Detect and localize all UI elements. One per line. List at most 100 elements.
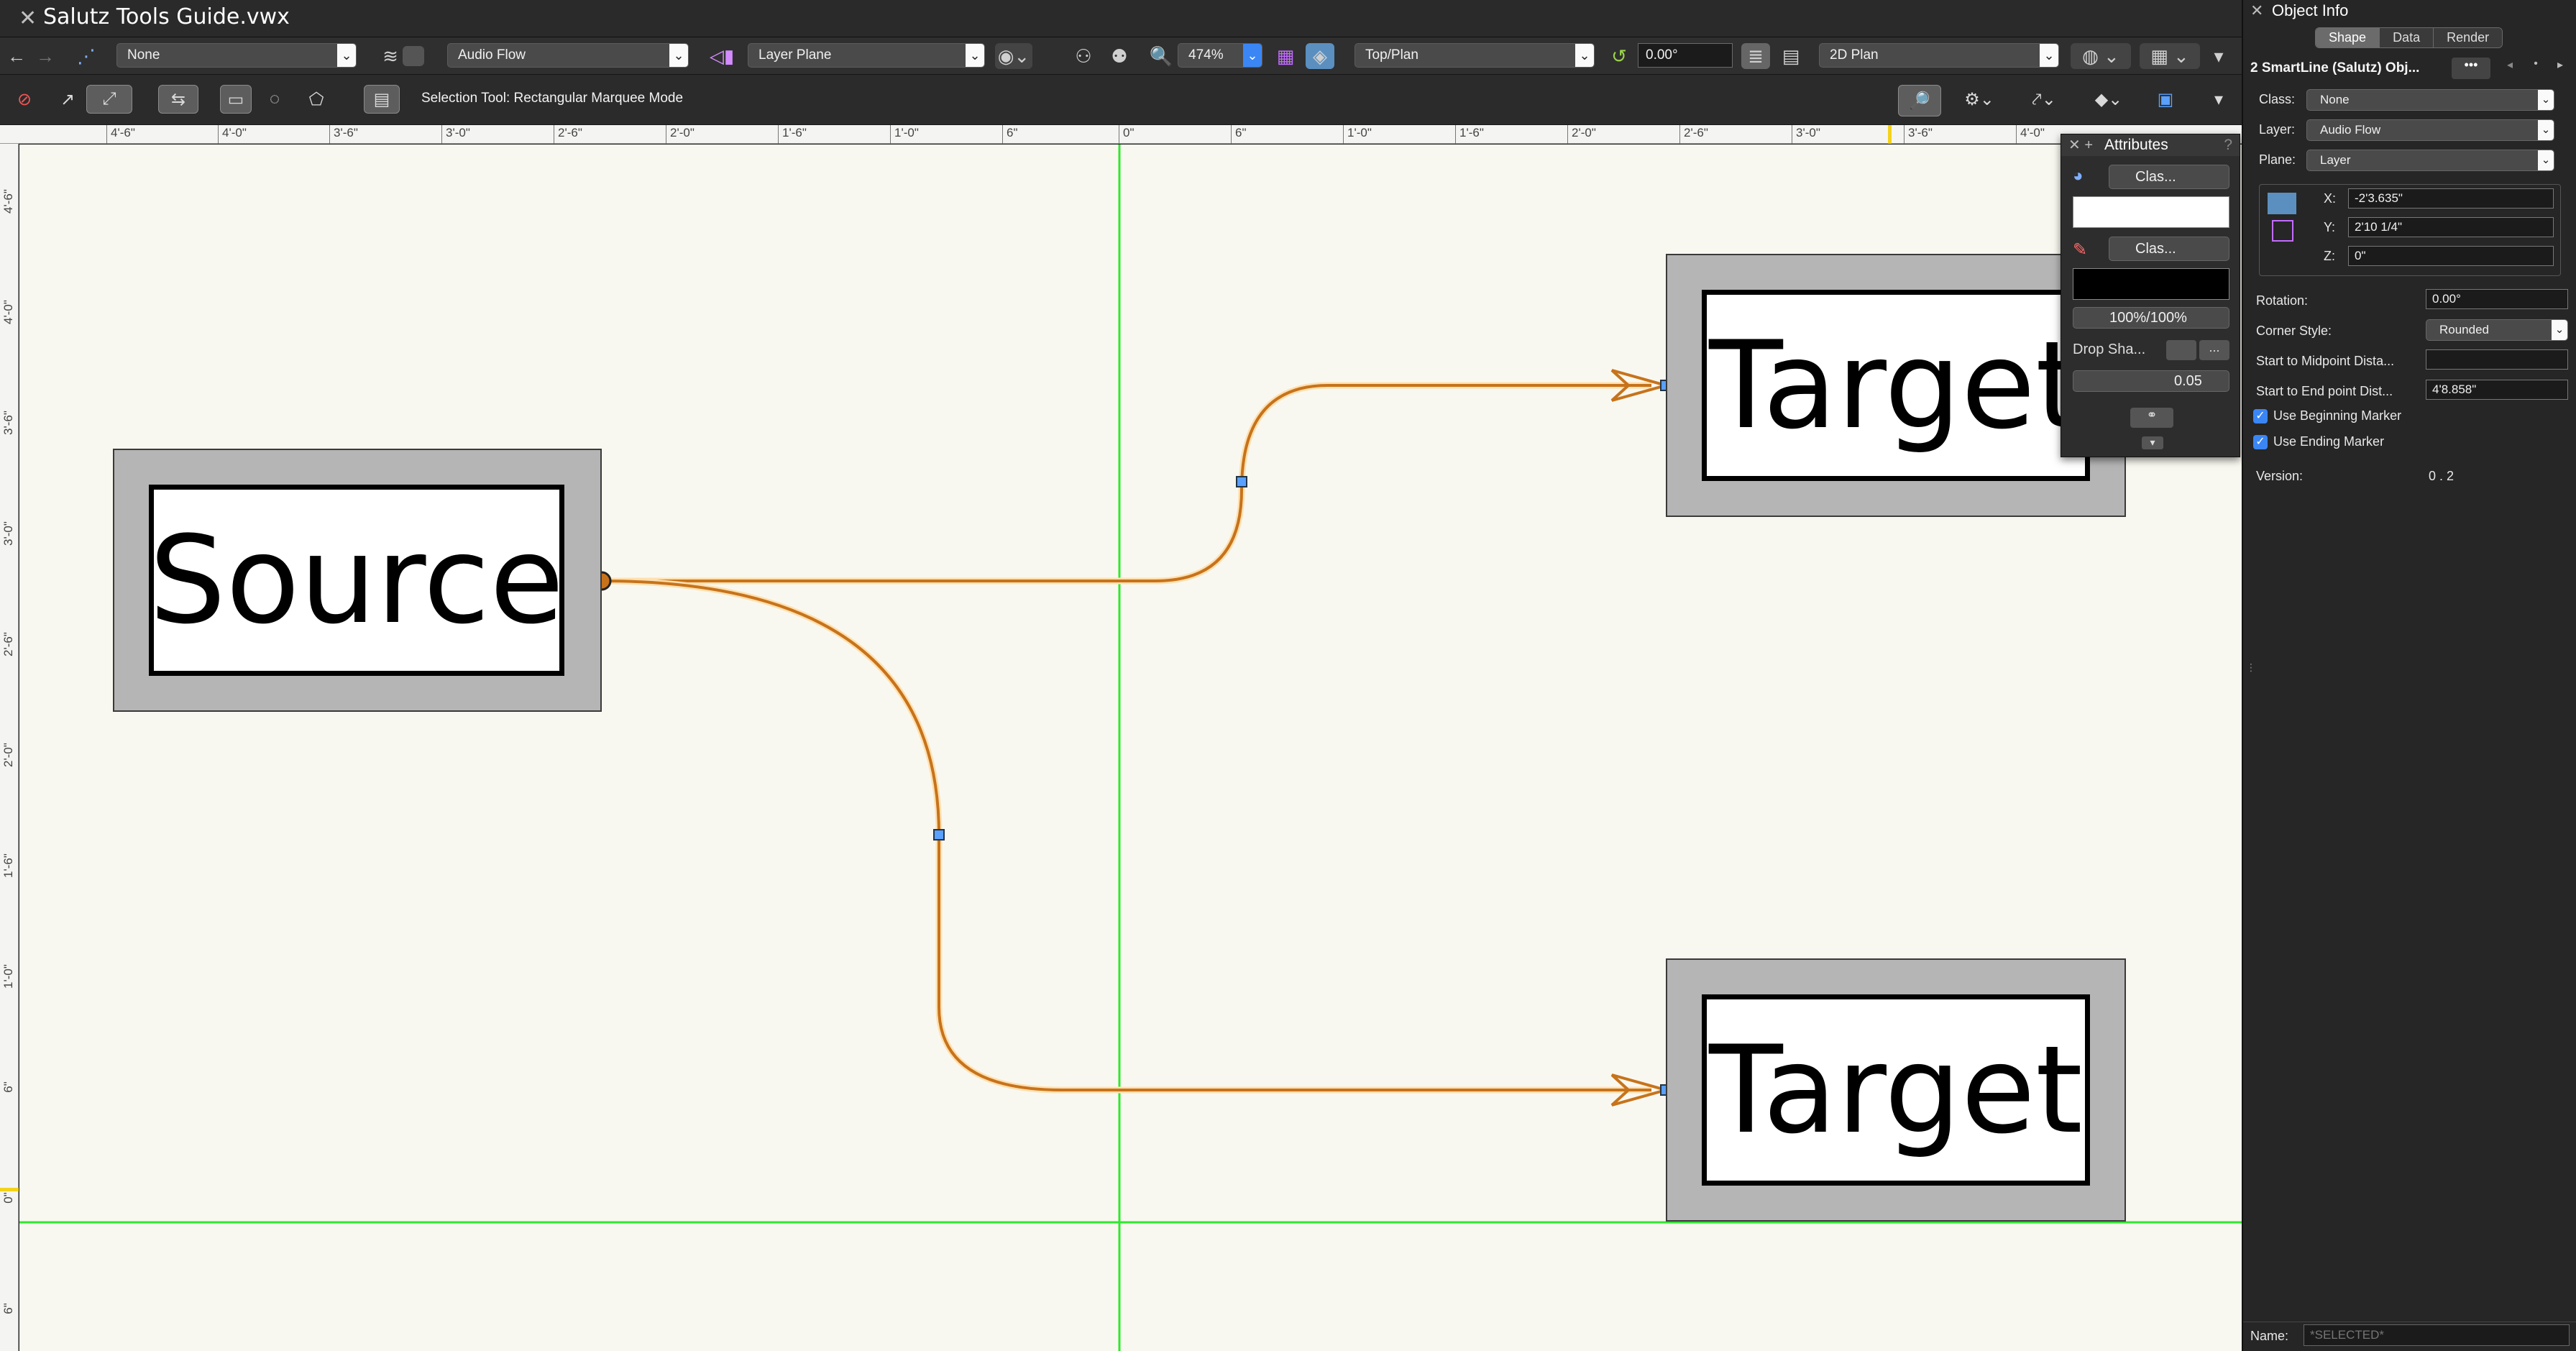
- walkthrough-icon[interactable]: ⚉: [1107, 43, 1132, 69]
- view-bar-menu-icon[interactable]: ▾: [2204, 43, 2233, 69]
- attributes-header: ✕ + Attributes ?: [2061, 134, 2240, 156]
- link-icon[interactable]: ⚭: [2130, 408, 2173, 428]
- pen-style-dropdown[interactable]: Clas...: [2109, 237, 2229, 261]
- line-weight-field[interactable]: 0.05: [2073, 370, 2229, 392]
- flyover-icon[interactable]: ⚇: [1071, 43, 1096, 69]
- drop-shadow-toggle[interactable]: [2166, 340, 2196, 360]
- tab-data[interactable]: Data: [2380, 28, 2434, 47]
- fill-color-swatch[interactable]: [2073, 196, 2229, 228]
- lighting-icon[interactable]: ◍ ⌄: [2071, 43, 2131, 69]
- target-block-bottom[interactable]: Target: [1666, 958, 2126, 1222]
- y-field[interactable]: 2'10 1/4": [2348, 217, 2554, 237]
- view-dropdown[interactable]: Top/Plan ⌄: [1355, 43, 1595, 68]
- window-title: Salutz Tools Guide.vwx: [43, 4, 290, 29]
- drop-shadow-options-button[interactable]: ...: [2199, 340, 2229, 360]
- version-value: 0 . 2: [2429, 469, 2454, 483]
- target-bottom-label: Target: [1702, 994, 2090, 1186]
- mode-status-text: Selection Tool: Rectangular Marquee Mode: [421, 91, 684, 106]
- next-object-icon[interactable]: ▸: [2549, 58, 2571, 79]
- gear-icon[interactable]: ⚙⌄: [1954, 86, 2004, 112]
- help-icon[interactable]: ?: [2224, 134, 2232, 156]
- plane-mode-icon[interactable]: [2272, 220, 2293, 242]
- chevron-down-icon: ⌄: [1575, 44, 1594, 67]
- layer-dropdown[interactable]: Audio Flow ⌄: [447, 43, 689, 68]
- previous-object-icon[interactable]: ◂: [2499, 58, 2521, 79]
- z-label: Z:: [2324, 249, 2335, 263]
- tab-shape[interactable]: Shape: [2316, 28, 2380, 47]
- start-to-end-field[interactable]: 4'8.858": [2426, 380, 2568, 400]
- shapes-icon[interactable]: ◆⌄: [2084, 86, 2134, 112]
- smartline-top-highlight: [602, 382, 1651, 585]
- pen-color-swatch[interactable]: [2073, 268, 2229, 300]
- x-field[interactable]: -2'3.635": [2348, 188, 2554, 209]
- close-icon[interactable]: ✕ +: [2068, 134, 2093, 156]
- snapping-icon[interactable]: ⤤⌄: [2019, 86, 2069, 112]
- render-mode-dropdown[interactable]: 2D Plan ⌄: [1819, 43, 2059, 68]
- projection-icon[interactable]: ◈: [1306, 43, 1334, 69]
- corner-style-dropdown[interactable]: Rounded ⌄: [2426, 319, 2568, 341]
- lock-selection-icon[interactable]: ▤: [364, 85, 400, 114]
- single-object-interactive-scaling-icon[interactable]: ↗: [55, 86, 81, 112]
- midpoint-handle-top[interactable]: [1236, 476, 1247, 487]
- oi-plane-dropdown[interactable]: Layer ⌄: [2306, 150, 2554, 171]
- source-block[interactable]: Source: [113, 449, 602, 712]
- close-icon[interactable]: ✕: [2250, 0, 2263, 22]
- plane-dropdown[interactable]: Layer Plane ⌄: [748, 43, 985, 68]
- layer-options-icon[interactable]: [403, 46, 424, 66]
- more-options-button[interactable]: •••: [2452, 58, 2490, 79]
- saved-views-icon[interactable]: ⋰: [72, 43, 101, 69]
- chevron-down-icon: ⌄: [1243, 44, 1262, 67]
- use-ending-marker-checkbox[interactable]: ✓ Use Ending Marker: [2253, 434, 2384, 449]
- chevron-down-icon: ⌄: [966, 44, 984, 67]
- name-field[interactable]: [2304, 1324, 2570, 1346]
- magnify-icon[interactable]: 🔎: [1898, 85, 1941, 116]
- oi-layer-dropdown[interactable]: Audio Flow ⌄: [2306, 119, 2554, 141]
- object-info-palette: ✕ Object Info Shape Data Render 2 SmartL…: [2242, 0, 2576, 1351]
- lasso-icon[interactable]: ◌: [262, 86, 288, 112]
- close-icon[interactable]: ✕: [19, 6, 37, 31]
- layer-stack-icon[interactable]: ≣: [1741, 43, 1770, 69]
- class-label: Class:: [2259, 92, 2296, 106]
- polygon-marquee-icon[interactable]: ⬠: [303, 86, 329, 112]
- transform-icon[interactable]: ⇆: [158, 85, 198, 114]
- multiple-object-scaling-icon[interactable]: ⤢: [86, 85, 132, 114]
- zoom-icon[interactable]: 🔍: [1149, 43, 1173, 69]
- midpoint-handle-bottom[interactable]: [933, 829, 945, 841]
- z-field[interactable]: 0": [2348, 246, 2554, 266]
- standard-view-icon[interactable]: ▦: [1273, 43, 1298, 69]
- drawing-canvas[interactable]: Source Target Target: [19, 145, 2242, 1351]
- smartline-top[interactable]: [602, 384, 1651, 582]
- object-dot-icon[interactable]: •: [2525, 58, 2547, 79]
- plane-icon[interactable]: ◁▮: [705, 43, 739, 69]
- mode-bar-menu-icon[interactable]: ▾: [2204, 86, 2233, 112]
- reference-point-icon[interactable]: [2268, 193, 2296, 214]
- target-block-top[interactable]: Target: [1666, 254, 2126, 517]
- source-label: Source: [149, 485, 564, 676]
- fill-style-dropdown[interactable]: Clas...: [2109, 165, 2229, 189]
- class-dropdown[interactable]: None ⌄: [116, 43, 357, 68]
- rotation-field[interactable]: 0.00°: [2426, 289, 2568, 309]
- rotation-field[interactable]: 0.00°: [1638, 43, 1733, 68]
- opacity-field[interactable]: 100%/100%: [2073, 307, 2229, 329]
- rectangular-marquee-icon[interactable]: ▭: [220, 85, 252, 114]
- resize-grip-icon[interactable]: ⋮: [2246, 661, 2256, 674]
- disable-snapping-icon[interactable]: ⊘: [12, 86, 37, 112]
- mode-bar: ⊘ ↗ ⤢ ⇆ ▭ ◌ ⬠ ▤ Selection Tool: Rectangu…: [0, 75, 2242, 125]
- start-to-midpoint-field[interactable]: [2426, 349, 2568, 370]
- tab-render[interactable]: Render: [2434, 28, 2503, 47]
- forward-arrow-icon[interactable]: →: [35, 43, 56, 69]
- visibility-icon[interactable]: ◉⌄: [995, 43, 1032, 69]
- plane-label: Plane:: [2259, 152, 2296, 167]
- color-palette-icon[interactable]: ▦ ⌄: [2140, 43, 2200, 69]
- oi-class-dropdown[interactable]: None ⌄: [2306, 89, 2554, 111]
- zoom-field[interactable]: 474% ⌄: [1178, 43, 1262, 68]
- expand-arrow-icon[interactable]: ▾: [2142, 436, 2163, 449]
- layers-icon[interactable]: ≋: [378, 43, 403, 69]
- use-beginning-marker-checkbox[interactable]: ✓ Use Beginning Marker: [2253, 408, 2401, 423]
- back-arrow-icon[interactable]: ←: [6, 43, 27, 69]
- view-table-icon[interactable]: ▤: [1779, 43, 1803, 69]
- start-to-midpoint-label: Start to Midpoint Dista...: [2256, 354, 2395, 368]
- smartline-bottom[interactable]: [601, 580, 1651, 1091]
- rotate-plan-icon[interactable]: ↺: [1605, 43, 1633, 69]
- clip-cube-icon[interactable]: ▣: [2150, 86, 2181, 112]
